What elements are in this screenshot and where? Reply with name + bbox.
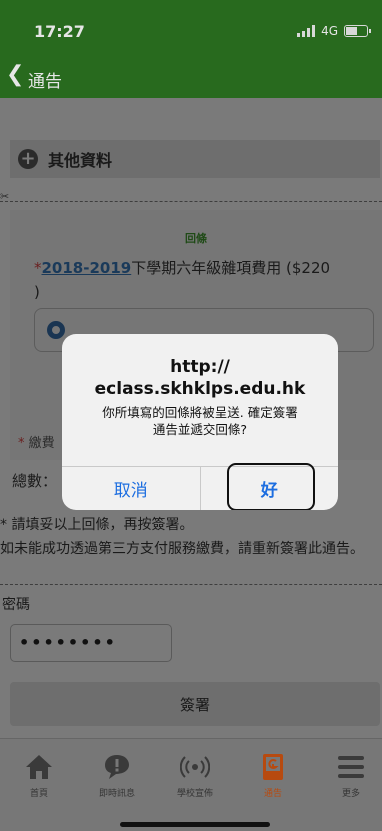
notice-icon <box>263 754 283 780</box>
home-indicator <box>120 822 270 827</box>
network-type: 4G <box>321 24 338 38</box>
password-label: 密碼 <box>2 597 30 613</box>
cut-line: ✂ <box>0 190 382 203</box>
back-button-title[interactable]: 通告 <box>28 67 62 92</box>
battery-icon <box>344 25 371 37</box>
tab-home[interactable]: 首頁 <box>4 753 74 799</box>
ok-button[interactable]: 好 <box>199 463 339 510</box>
status-bar: 17:27 4G <box>0 0 382 56</box>
dialog-title: http:// eclass.skhklps.edu.hk <box>62 356 338 400</box>
tab-notice[interactable]: 通告 <box>238 753 308 799</box>
divider <box>0 584 382 585</box>
tab-label-more: 更多 <box>341 789 360 799</box>
scissors-icon: ✂ <box>0 190 10 203</box>
ok-button-label: 好 <box>260 481 278 501</box>
section-title: 其他資料 <box>48 151 113 170</box>
status-indicators: 4G <box>297 24 371 38</box>
chevron-left-icon[interactable]: ❮ <box>6 62 24 87</box>
payment-label: * 繳費 <box>18 432 55 451</box>
tab-label-notice: 通告 <box>263 789 282 799</box>
tab-label-instant-message: 即時訊息 <box>98 789 135 799</box>
tab-label-home: 首頁 <box>29 789 48 799</box>
fee-item-title: *2018-2019下學期六年級雜項費用 ($220) <box>34 256 379 304</box>
tab-school-news[interactable]: 學校宣佈 <box>160 753 230 799</box>
dialog-message-line2: 通告並遞交回條? <box>152 422 248 437</box>
fee-item-text: 下學期六年級雜項費用 ($220 <box>131 259 331 277</box>
dialog-title-line2: eclass.skhklps.edu.hk <box>94 379 306 399</box>
chat-bubble-icon <box>105 755 129 779</box>
instruction-note: * 請填妥以上回條，再按簽署。 <box>0 517 194 533</box>
reply-slip-title: 回條 <box>185 232 207 245</box>
radio-selected-icon[interactable] <box>47 321 65 339</box>
required-star: * <box>18 436 29 451</box>
tab-instant-message[interactable]: 即時訊息 <box>82 753 152 799</box>
school-year-link[interactable]: 2018-2019 <box>42 259 132 277</box>
dialog-actions: 取消 好 <box>62 463 339 510</box>
signal-icon <box>297 25 316 37</box>
sign-button[interactable]: 簽署 <box>10 682 380 726</box>
tab-bar: 首頁 即時訊息 學校宣佈 通告 更多 <box>0 738 382 831</box>
total-label: 總數： <box>12 472 58 490</box>
home-icon <box>26 755 52 779</box>
payment-note: 如未能成功透過第三方支付服務繳費，請重新簽署此通告。 <box>0 541 364 557</box>
tab-label-school-news: 學校宣佈 <box>176 789 213 799</box>
required-star: * <box>34 259 42 277</box>
menu-icon <box>338 756 364 778</box>
dialog-message: 你所填寫的回條將被呈送. 確定簽署 通告並遞交回條? <box>72 404 328 438</box>
other-info-section[interactable]: + 其他資料 <box>10 140 380 178</box>
confirm-dialog: http:// eclass.skhklps.edu.hk 你所填寫的回條將被呈… <box>62 334 338 510</box>
tab-more[interactable]: 更多 <box>316 753 382 799</box>
nav-bar: ❮ 通告 <box>0 56 382 98</box>
fee-item-close: ) <box>34 283 40 301</box>
cancel-button[interactable]: 取消 <box>62 467 200 510</box>
dialog-title-line1: http:// <box>170 357 230 377</box>
broadcast-icon <box>180 756 210 778</box>
password-input[interactable]: •••••••• <box>10 624 172 662</box>
dialog-message-line1: 你所填寫的回條將被呈送. 確定簽署 <box>102 405 298 420</box>
payment-label-text: 繳費 <box>28 436 55 451</box>
status-time: 17:27 <box>34 22 85 41</box>
plus-circle-icon: + <box>18 149 38 169</box>
